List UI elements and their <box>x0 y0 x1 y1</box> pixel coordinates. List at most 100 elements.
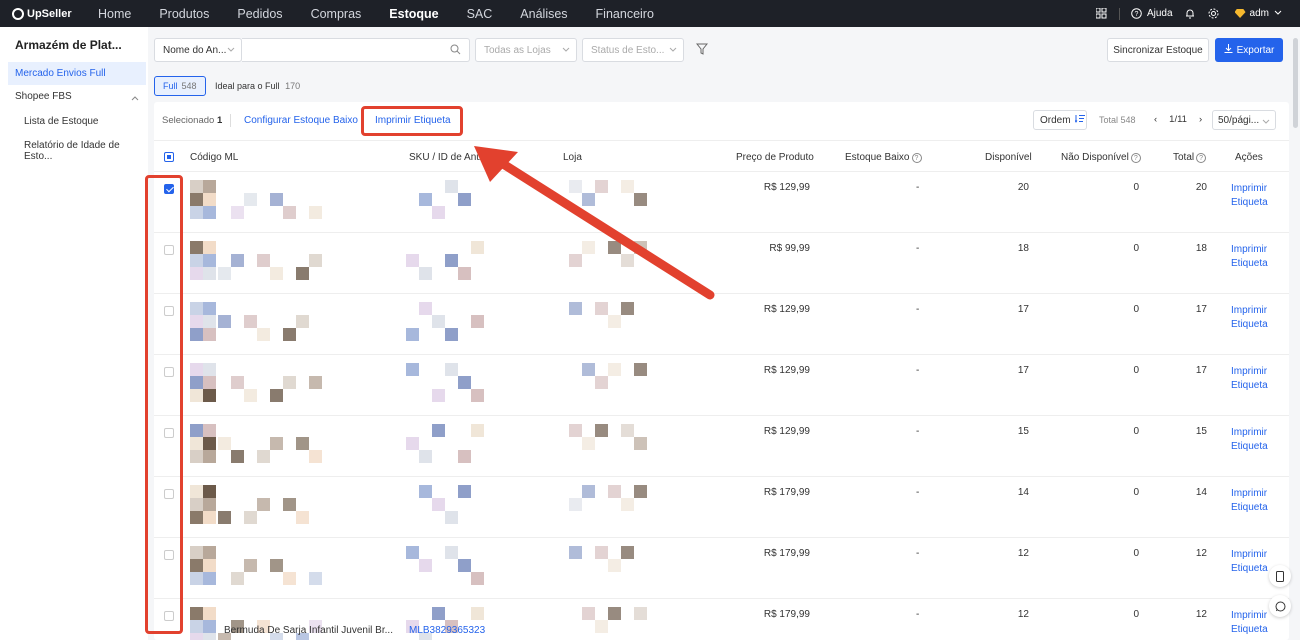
annotation-arrow-icon <box>474 146 715 300</box>
product-image-pixel <box>203 620 216 633</box>
print-label-link[interactable]: Imprimir Etiqueta <box>1231 365 1268 393</box>
sku-pixel <box>471 315 484 328</box>
print-label-link[interactable]: Imprimir Etiqueta <box>1231 548 1268 576</box>
apps-grid-icon[interactable] <box>1095 7 1109 21</box>
print-label-link[interactable]: Imprimir Etiqueta <box>1231 243 1268 271</box>
print-label-link[interactable]: Imprimir Etiqueta <box>1231 304 1268 332</box>
store-select[interactable]: Todas as Lojas <box>475 38 577 62</box>
sidebar-group-shopee-fbs[interactable]: Shopee FBS <box>15 91 143 102</box>
nav-home[interactable]: Home <box>98 7 131 21</box>
sidebar-item-lista-estoque[interactable]: Lista de Estoque <box>24 116 99 127</box>
print-label-link[interactable]: Imprimir Etiqueta <box>1231 182 1268 210</box>
product-image-pixel <box>190 620 203 633</box>
bell-icon[interactable] <box>1183 7 1197 21</box>
per-page-select[interactable]: 50/pági... <box>1212 110 1276 130</box>
chevron-down-icon[interactable] <box>1274 8 1282 19</box>
store-pixel <box>582 437 595 450</box>
col-nao-disponivel: Não Disponível? <box>1061 152 1141 163</box>
sidebar-item-mercado-envios-full[interactable]: Mercado Envios Full <box>8 62 146 85</box>
print-label-link[interactable]: Imprimir Etiqueta <box>1231 426 1268 454</box>
store-pixel <box>608 485 621 498</box>
pagination: ‹ 1/11 › <box>1148 114 1208 125</box>
product-title-pixel <box>270 559 283 572</box>
col-codigo-ml: Código ML <box>190 152 239 163</box>
available: 12 <box>1017 548 1029 559</box>
search-icon[interactable] <box>450 44 461 58</box>
nav-sac[interactable]: SAC <box>467 7 493 21</box>
product-image-pixel <box>190 607 203 620</box>
prev-page-icon[interactable]: ‹ <box>1154 114 1157 125</box>
nav-estoque[interactable]: Estoque <box>389 7 438 21</box>
product-image-pixel <box>203 363 216 376</box>
table-row: R$ 99,99 - 18 0 18 Imprimir Etiqueta <box>154 233 1289 294</box>
stock-table-panel: Selecionado 1 Configurar Estoque Baixo I… <box>154 102 1289 640</box>
print-label-link[interactable]: Imprimir Etiqueta <box>1231 487 1268 515</box>
store-pixel <box>634 485 647 498</box>
product-image-pixel <box>203 302 216 315</box>
select-all-checkbox[interactable] <box>164 152 174 162</box>
configure-low-stock-link[interactable]: Configurar Estoque Baixo <box>244 115 358 126</box>
search-field-select[interactable]: Nome do An... <box>154 38 242 62</box>
product-image-pixel <box>190 241 203 254</box>
stock-status-select[interactable]: Status de Esto... <box>582 38 684 62</box>
tab-ideal-full[interactable]: Ideal para o Full 170 <box>215 81 300 91</box>
nav-produtos[interactable]: Produtos <box>159 7 209 21</box>
product-title-pixel <box>309 572 322 585</box>
svg-text:?: ? <box>1135 11 1139 18</box>
product-title-pixel <box>218 267 231 280</box>
upseller-logo[interactable]: UpSeller <box>12 7 86 20</box>
sync-stock-button[interactable]: Sincronizar Estoque <box>1107 38 1209 62</box>
nav-financeiro[interactable]: Financeiro <box>596 7 654 21</box>
export-button[interactable]: Exportar <box>1215 38 1283 62</box>
whatsapp-icon[interactable] <box>1269 595 1291 617</box>
mobile-icon[interactable] <box>1269 565 1291 587</box>
help-label[interactable]: Ajuda <box>1147 8 1173 19</box>
col-estoque-baixo: Estoque Baixo? <box>845 152 922 163</box>
product-image-pixel <box>203 267 216 280</box>
product-title-pixel <box>218 315 231 328</box>
product-image-pixel <box>190 424 203 437</box>
available: 17 <box>1017 365 1029 376</box>
sku-pixel <box>445 363 458 376</box>
next-page-icon[interactable]: › <box>1199 114 1202 125</box>
sku-pixel <box>419 193 432 206</box>
product-title-pixel <box>296 267 309 280</box>
scrollbar[interactable] <box>1293 38 1298 128</box>
low-stock: - <box>916 609 920 620</box>
product-title-pixel <box>270 193 283 206</box>
product-image-pixel <box>190 559 203 572</box>
gear-icon[interactable] <box>1207 7 1221 21</box>
sidebar-item-relatorio-idade[interactable]: Relatório de Idade de Esto... <box>24 140 148 162</box>
sort-order-button[interactable]: Ordem <box>1033 110 1087 130</box>
available: 14 <box>1017 487 1029 498</box>
user-name[interactable]: adm <box>1250 8 1269 19</box>
col-disponivel: Disponível <box>985 152 1032 163</box>
available: 17 <box>1017 304 1029 315</box>
product-title-pixel <box>231 376 244 389</box>
search-input[interactable] <box>242 38 470 62</box>
product-title-pixel <box>231 450 244 463</box>
product-title-pixel <box>309 450 322 463</box>
print-label-link[interactable]: Imprimir Etiqueta <box>1231 609 1268 637</box>
product-title-pixel <box>296 315 309 328</box>
store-pixel <box>608 607 621 620</box>
product-image-pixel <box>203 315 216 328</box>
product-title-pixel <box>244 559 257 572</box>
filter-icon[interactable] <box>695 43 709 58</box>
low-stock: - <box>916 243 920 254</box>
chevron-down-icon <box>669 45 677 56</box>
unavailable: 0 <box>1133 548 1139 559</box>
mlb-id[interactable]: MLB3829365323 <box>409 625 485 636</box>
help-icon[interactable]: ? <box>1130 7 1144 21</box>
nav-pedidos[interactable]: Pedidos <box>237 7 282 21</box>
product-title-pixel <box>257 254 270 267</box>
total: 17 <box>1195 304 1207 315</box>
nav-analises[interactable]: Análises <box>520 7 567 21</box>
product-title-pixel <box>257 450 270 463</box>
nav-compras[interactable]: Compras <box>311 7 362 21</box>
col-total: Total? <box>1173 152 1207 163</box>
sku-pixel <box>406 437 419 450</box>
tab-full[interactable]: Full 548 <box>154 76 206 96</box>
sku-pixel <box>445 511 458 524</box>
product-title-pixel <box>218 511 231 524</box>
